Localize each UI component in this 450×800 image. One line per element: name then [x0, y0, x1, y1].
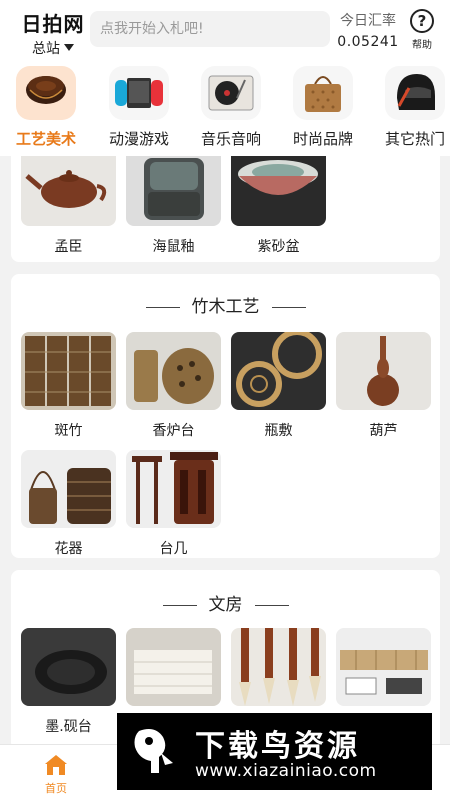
- watermark-title: 下载鸟资源: [195, 729, 360, 764]
- tab-home-label: 首页: [45, 782, 67, 795]
- caret-down-icon: [64, 44, 74, 51]
- game-controller-icon: [109, 66, 169, 120]
- watermark-url: www.xiazainiao.com: [195, 761, 377, 781]
- stand-table-icon: [126, 450, 221, 528]
- category-label: 动漫游戏: [108, 130, 169, 148]
- glazed-pot-icon: [126, 156, 221, 226]
- item-label: 海鼠釉: [152, 239, 195, 255]
- title-dash-left: [162, 604, 197, 606]
- exchange-rate-label: 今日汇率: [340, 13, 396, 29]
- category-label: 工艺美术: [15, 130, 76, 148]
- exchange-rate[interactable]: 今日汇率 0.05241: [336, 10, 400, 50]
- paper-icon: [126, 628, 221, 706]
- item-label: 紫砂盆: [257, 239, 300, 255]
- item-flower-vessel[interactable]: 花器: [21, 450, 116, 558]
- title-dash-left: [145, 306, 180, 308]
- exchange-rate-value: 0.05241: [337, 34, 399, 50]
- item-spotted-bamboo[interactable]: 斑竹: [21, 332, 116, 440]
- category-fashion[interactable]: 时尚品牌: [278, 66, 368, 149]
- item-brushes[interactable]: [231, 628, 326, 716]
- category-crafts[interactable]: 工艺美术: [1, 66, 91, 149]
- item-book-box[interactable]: [336, 628, 431, 716]
- top-header: 日拍网 总站 今日汇率 0.05241 ? 帮助: [0, 0, 450, 60]
- item-mengchen[interactable]: 孟臣: [21, 156, 116, 256]
- help-label: 帮助: [412, 40, 432, 51]
- category-label: 时尚品牌: [292, 130, 353, 148]
- site-selector-label: 总站: [32, 41, 60, 57]
- incense-burner-icon: [126, 332, 221, 410]
- category-music-audio[interactable]: 音乐音响: [186, 66, 276, 149]
- site-selector[interactable]: 总站: [20, 38, 86, 58]
- brand-title: 日拍网: [21, 12, 85, 36]
- title-dash-right: [271, 306, 306, 308]
- watermark-banner: 下载鸟资源 www.xiazainiao.com: [117, 713, 432, 790]
- helmet-icon: [385, 66, 445, 120]
- item-label: 香炉台: [152, 423, 195, 439]
- gourd-vase-icon: [336, 332, 431, 410]
- bird-logo-icon: [134, 729, 173, 773]
- tab-home[interactable]: 首页: [16, 753, 96, 796]
- item-label: 瓶敷: [264, 423, 293, 439]
- turntable-icon: [201, 66, 261, 120]
- item-inkstone[interactable]: 墨.砚台: [21, 628, 116, 736]
- section-title-text: 文房: [208, 595, 243, 615]
- help-icon: ?: [410, 9, 434, 33]
- title-dash-right: [254, 604, 289, 606]
- item-paper[interactable]: [126, 628, 221, 716]
- item-namako-glaze[interactable]: 海鼠釉: [126, 156, 221, 256]
- bowl-icon: [231, 156, 326, 226]
- help-button[interactable]: ? 帮助: [406, 9, 438, 51]
- item-side-table[interactable]: 台几: [126, 450, 221, 558]
- search-input[interactable]: [90, 11, 330, 47]
- book-box-icon: [336, 628, 431, 706]
- inkstone-icon: [21, 628, 116, 706]
- item-vase-mat[interactable]: 瓶敷: [231, 332, 326, 440]
- item-label: 葫芦: [369, 423, 398, 439]
- woven-mat-icon: [231, 332, 326, 410]
- category-label: 音乐音响: [200, 130, 261, 148]
- item-label: 斑竹: [54, 423, 83, 439]
- handbag-icon: [293, 66, 353, 120]
- category-anime-games[interactable]: 动漫游戏: [94, 66, 184, 149]
- section-title: 竹木工艺: [11, 292, 440, 322]
- site-switcher[interactable]: 日拍网 总站: [20, 8, 86, 58]
- section-bamboo-wood: 竹木工艺 斑竹 香炉台 瓶敷 葫芦 花器 台几: [11, 274, 440, 558]
- item-gourd[interactable]: 葫芦: [336, 332, 431, 440]
- item-label: 墨.砚台: [45, 719, 92, 735]
- teapot-icon: [21, 156, 116, 226]
- home-icon: [43, 753, 69, 777]
- item-label: 台几: [159, 541, 188, 557]
- section-title: 文房: [11, 590, 440, 620]
- category-label: 其它热门: [384, 130, 445, 148]
- category-other-hot[interactable]: 其它热门: [370, 66, 450, 149]
- flower-basket-icon: [21, 450, 116, 528]
- section-title-text: 竹木工艺: [191, 297, 260, 317]
- section-ceramics: 孟臣 海鼠釉 紫砂盆: [11, 156, 440, 262]
- item-label: 孟臣: [54, 239, 83, 255]
- screen-icon: [21, 332, 116, 410]
- brushes-icon: [231, 628, 326, 706]
- item-purple-clay-basin[interactable]: 紫砂盆: [231, 156, 326, 256]
- category-tabs: 工艺美术 动漫游戏 音乐音响 时尚品牌 其它热门: [0, 60, 450, 156]
- item-incense-stand[interactable]: 香炉台: [126, 332, 221, 440]
- item-label: 花器: [54, 541, 83, 557]
- lacquer-box-icon: [16, 66, 76, 120]
